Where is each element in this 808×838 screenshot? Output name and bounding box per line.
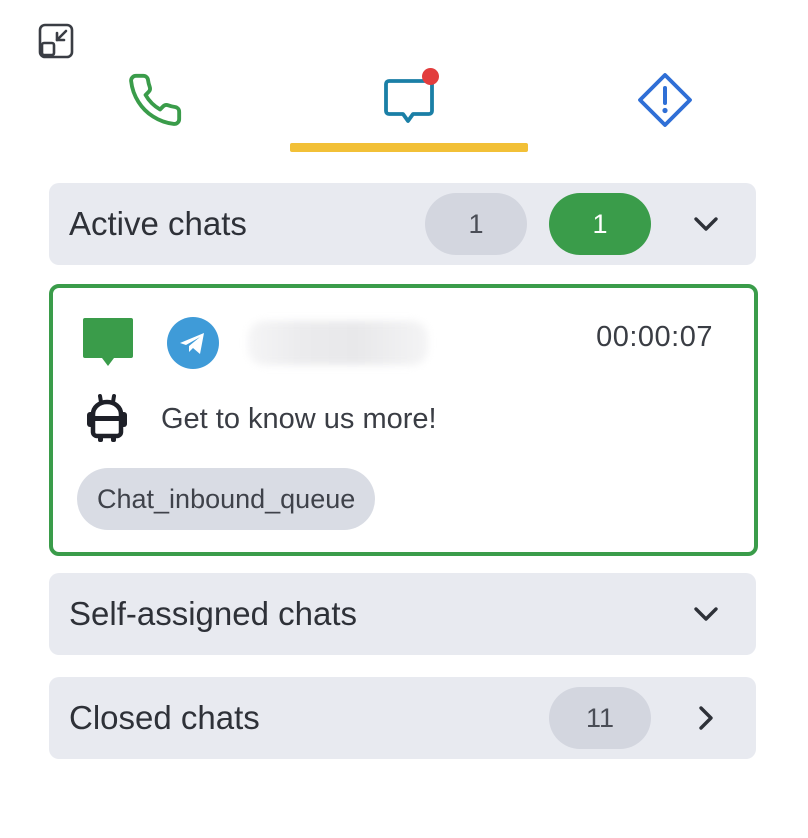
count-badge-gray: 1 (425, 193, 527, 255)
chevron-down-icon[interactable] (681, 573, 731, 655)
count-badge-green: 1 (549, 193, 651, 255)
telegram-icon (167, 317, 219, 374)
chevron-right-icon[interactable] (681, 677, 731, 759)
contact-name-redacted (248, 321, 428, 365)
active-tab-indicator (290, 143, 528, 152)
collapse-arrows-icon[interactable] (37, 22, 75, 60)
section-title: Closed chats (69, 699, 260, 736)
tab-bar (0, 60, 808, 156)
notification-dot (422, 68, 439, 85)
self-assigned-chats-section[interactable]: Self-assigned chats (49, 573, 756, 655)
robot-icon (85, 394, 129, 449)
tab-phone[interactable] (90, 60, 220, 140)
chat-square-icon (82, 316, 136, 375)
chat-timer: 00:00:07 (596, 321, 713, 353)
chat-last-message: Get to know us more! (161, 403, 437, 435)
warning-diamond-icon (638, 73, 692, 127)
closed-chats-section[interactable]: Closed chats 11 (49, 677, 756, 759)
chat-panel: Active chats 1 1 00:00:07 Get to know us… (0, 0, 808, 838)
section-title: Self-assigned chats (69, 595, 357, 632)
active-chats-section[interactable]: Active chats 1 1 (49, 183, 756, 265)
queue-tag: Chat_inbound_queue (77, 468, 376, 530)
section-title: Active chats (69, 205, 247, 242)
count-badge-gray: 11 (549, 687, 651, 749)
phone-icon (129, 73, 182, 126)
tab-alerts[interactable] (600, 60, 730, 140)
chevron-down-icon[interactable] (681, 183, 731, 265)
tab-chats[interactable] (290, 60, 528, 140)
chat-card[interactable]: 00:00:07 Get to know us more! Chat_inbou… (49, 284, 758, 556)
